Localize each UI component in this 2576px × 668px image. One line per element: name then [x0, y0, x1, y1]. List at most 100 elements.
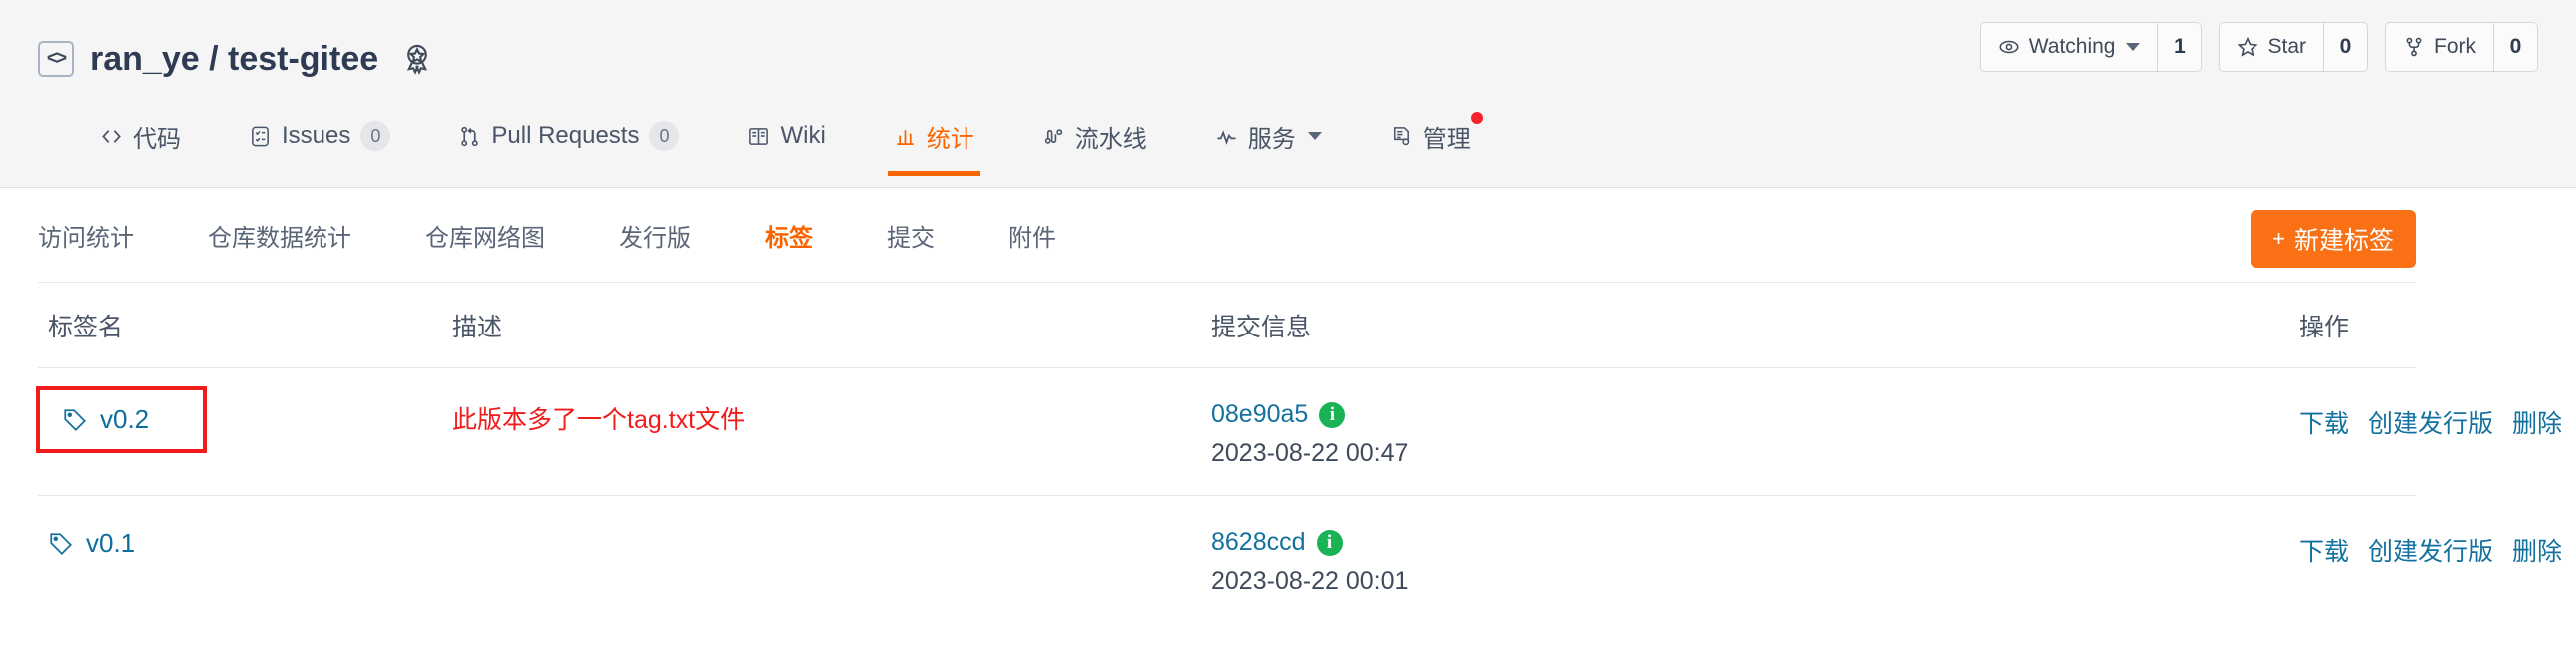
download-link[interactable]: 下载 [2299, 404, 2349, 440]
tab-pull-requests-count: 0 [649, 121, 680, 151]
commit-hash-link[interactable]: 8628ccd [1211, 528, 1306, 557]
tab-issues[interactable]: Issues 0 [215, 96, 424, 176]
subnav-item-tags[interactable]: 标签 [765, 218, 813, 253]
star-count[interactable]: 0 [2323, 23, 2367, 71]
book-icon [749, 127, 769, 145]
tab-wiki-label: Wiki [780, 122, 826, 149]
main-navigation: 代码 Issues 0 Pull Requests 0 Wiki 统计 流水线 … [0, 96, 2576, 176]
watching-label: Watching [2028, 35, 2116, 58]
subnav-item-releases[interactable]: 发行版 [619, 218, 691, 253]
page-title: ran_ye / test-gitee [90, 40, 378, 79]
commit-date: 2023-08-22 00:01 [1211, 567, 1409, 595]
notification-dot-icon [1470, 112, 1483, 124]
statistics-subnavigation: 访问统计 仓库数据统计 仓库网络图 发行版 标签 提交 附件 + 新建标签 [0, 188, 2576, 282]
download-link[interactable]: 下载 [2299, 532, 2349, 568]
fork-button[interactable]: Fork [2386, 23, 2493, 71]
subnav-item-visits[interactable]: 访问统计 [38, 218, 134, 253]
new-tag-button-label: 新建标签 [2293, 227, 2394, 255]
eye-icon [1999, 40, 2019, 54]
tag-name: v0.1 [86, 528, 136, 558]
tab-statistics-label: 统计 [926, 125, 974, 153]
pipeline-icon [1044, 128, 1062, 144]
column-header-description: 描述 [452, 313, 503, 341]
column-header-operations: 操作 [2299, 313, 2350, 341]
tab-statistics[interactable]: 统计 [860, 96, 1008, 176]
create-release-link[interactable]: 创建发行版 [2368, 532, 2493, 568]
tab-manage[interactable]: 管理 [1356, 96, 1505, 176]
tags-table: 标签名 描述 提交信息 操作 v0.2 此版本多了一个tag.txt文件 08e… [36, 282, 2562, 623]
info-icon[interactable]: i [1316, 529, 1343, 556]
tag-name: v0.2 [100, 404, 150, 434]
commit-info-cell: 08e90a5 i 2023-08-22 00:47 [1211, 400, 2210, 468]
tab-pull-requests[interactable]: Pull Requests 0 [424, 96, 713, 176]
commit-hash-line: 8628ccd i [1211, 528, 2210, 557]
fork-count[interactable]: 0 [2493, 23, 2537, 71]
star-button[interactable]: Star [2220, 23, 2323, 71]
repo-name[interactable]: test-gitee [228, 40, 378, 78]
document-gear-icon [1393, 126, 1410, 145]
pull-request-icon [461, 126, 479, 146]
fork-button-group[interactable]: Fork 0 [2385, 22, 2538, 72]
column-header-commit: 提交信息 [1211, 313, 1312, 341]
tag-link[interactable]: v0.2 [36, 386, 208, 453]
star-icon [2238, 36, 2258, 57]
delete-link[interactable]: 删除 [2512, 404, 2562, 440]
table-row: v0.2 此版本多了一个tag.txt文件 08e90a5 i 2023-08-… [36, 367, 2562, 495]
repo-owner[interactable]: ran_ye [90, 40, 200, 78]
tab-issues-count: 0 [360, 121, 391, 151]
info-icon[interactable]: i [1319, 401, 1346, 428]
award-ribbon-icon [400, 42, 434, 76]
subnav-item-attachments[interactable]: 附件 [1008, 218, 1056, 253]
star-button-group[interactable]: Star 0 [2219, 22, 2368, 72]
delete-link[interactable]: 删除 [2512, 532, 2562, 568]
fork-label: Fork [2434, 35, 2476, 58]
chevron-down-icon [1307, 132, 1322, 140]
tab-wiki[interactable]: Wiki [713, 96, 859, 176]
plus-icon: + [2272, 226, 2285, 251]
tab-services[interactable]: 服务 [1181, 96, 1356, 176]
issues-icon [252, 126, 269, 146]
header-actions: Watching 1 Star 0 Fork 0 [1979, 22, 2538, 72]
commit-hash-line: 08e90a5 i [1211, 400, 2210, 429]
tab-pipeline[interactable]: 流水线 [1008, 96, 1181, 176]
chart-bar-icon [897, 129, 914, 145]
subnav-item-commits[interactable]: 提交 [887, 218, 935, 253]
activity-icon [1217, 129, 1236, 145]
tab-services-label: 服务 [1247, 125, 1296, 153]
tab-issues-label: Issues [282, 122, 351, 149]
repo-header: <> ran_ye / test-gitee Watching 1 Star 0… [0, 0, 2576, 188]
tab-code-label: 代码 [133, 125, 181, 153]
fork-icon [2406, 37, 2422, 57]
table-header-row: 标签名 描述 提交信息 操作 [38, 283, 2416, 367]
tab-pull-requests-label: Pull Requests [491, 122, 640, 149]
tag-name-cell: v0.1 [38, 528, 452, 562]
breadcrumb-separator: / [209, 39, 219, 78]
tag-description: 此版本多了一个tag.txt文件 [452, 406, 746, 434]
tab-pipeline-label: 流水线 [1074, 125, 1147, 153]
watching-button-group[interactable]: Watching 1 [1979, 22, 2203, 72]
tag-icon [50, 532, 72, 555]
commit-date: 2023-08-22 00:47 [1211, 439, 1409, 467]
tag-name-cell: v0.2 [36, 386, 452, 453]
subnav-item-network-graph[interactable]: 仓库网络图 [425, 218, 545, 253]
tab-manage-label: 管理 [1422, 125, 1471, 153]
tag-icon [64, 408, 86, 431]
subnav-item-repo-data[interactable]: 仓库数据统计 [208, 218, 351, 253]
tab-code[interactable]: 代码 [66, 96, 215, 176]
operations-cell: 下载 创建发行版 删除 [2210, 400, 2562, 440]
star-label: Star [2267, 35, 2306, 58]
watching-button[interactable]: Watching [1981, 23, 2158, 71]
commit-hash-link[interactable]: 08e90a5 [1211, 400, 1308, 429]
code-icon: <> [38, 41, 74, 77]
tag-description-cell: 此版本多了一个tag.txt文件 [452, 400, 1211, 436]
table-row: v0.1 8628ccd i 2023-08-22 00:01 下载 创建发行版… [38, 495, 2562, 623]
code-brackets-icon [102, 129, 121, 143]
chevron-down-icon [2126, 43, 2141, 51]
column-header-tag-name: 标签名 [48, 313, 124, 341]
new-tag-button[interactable]: + 新建标签 [2251, 210, 2416, 268]
tag-link[interactable]: v0.1 [48, 528, 135, 559]
commit-info-cell: 8628ccd i 2023-08-22 00:01 [1211, 528, 2210, 596]
operations-cell: 下载 创建发行版 删除 [2210, 528, 2562, 568]
create-release-link[interactable]: 创建发行版 [2368, 404, 2493, 440]
watching-count[interactable]: 1 [2157, 23, 2201, 71]
